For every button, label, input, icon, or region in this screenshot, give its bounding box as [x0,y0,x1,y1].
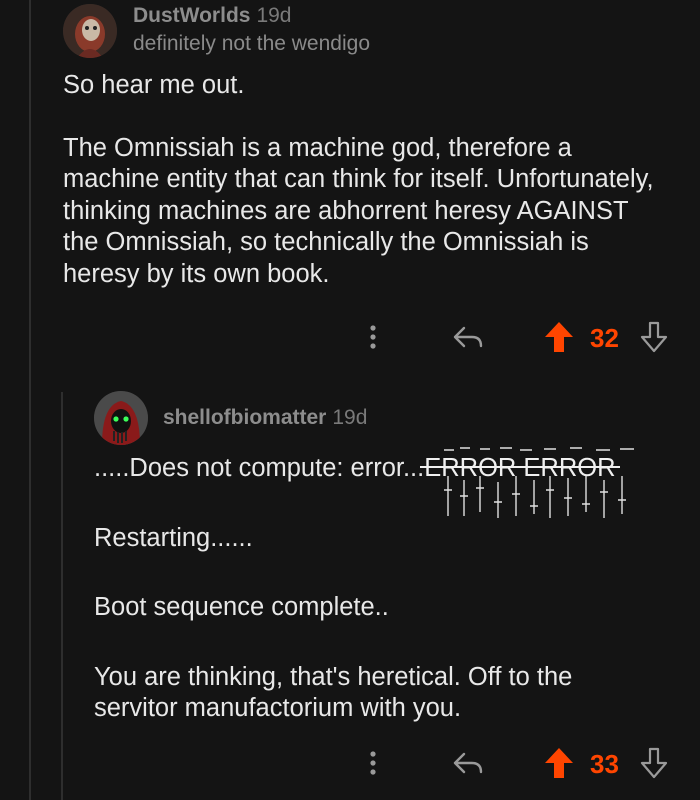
more-vertical-icon[interactable] [360,746,386,780]
avatar-image [63,4,117,58]
user-flair: definitely not the wendigo [133,32,370,55]
reply-username-text[interactable]: shellofbiomatter [163,406,326,429]
reply-error-text: .....Does not compute: error... [94,454,425,482]
reply-paragraph: Boot sequence complete.. [94,593,389,621]
downvote-arrow-icon[interactable] [637,318,671,356]
comment-body: So hear me out. The Omnissiah is a machi… [63,70,673,290]
reply-username[interactable]: shellofbiomatter 19d [163,406,367,430]
reply-arrow-icon[interactable] [450,746,486,780]
comment-paragraph: The Omnissiah is a machine god, therefor… [63,133,654,288]
username-text[interactable]: DustWorlds [133,4,250,27]
thread-line[interactable] [29,0,31,800]
downvote-arrow-icon[interactable] [637,744,671,782]
reply-thread-line[interactable] [61,392,63,800]
upvote-arrow-icon[interactable] [542,318,576,356]
reply-age: 19d [332,406,368,429]
upvote-arrow-icon[interactable] [542,744,576,782]
more-vertical-icon[interactable] [360,320,386,354]
avatar[interactable] [63,4,117,58]
reply-actions: 33 [360,742,680,782]
comment-username[interactable]: DustWorlds 19d [133,4,292,28]
comment-paragraph: So hear me out. [63,71,245,99]
comment-age: 19d [256,4,292,27]
reply-arrow-icon[interactable] [450,320,486,354]
comment-actions: 32 [360,316,680,356]
reply-avatar[interactable] [94,391,148,445]
reply-avatar-image [94,391,148,445]
comment-score: 32 [590,323,619,353]
reply-paragraph: You are thinking, that's heretical. Off … [94,662,573,723]
reply-score: 33 [590,749,619,779]
reply-paragraph: Restarting...... [94,523,253,552]
glitch-decoration [440,446,640,520]
